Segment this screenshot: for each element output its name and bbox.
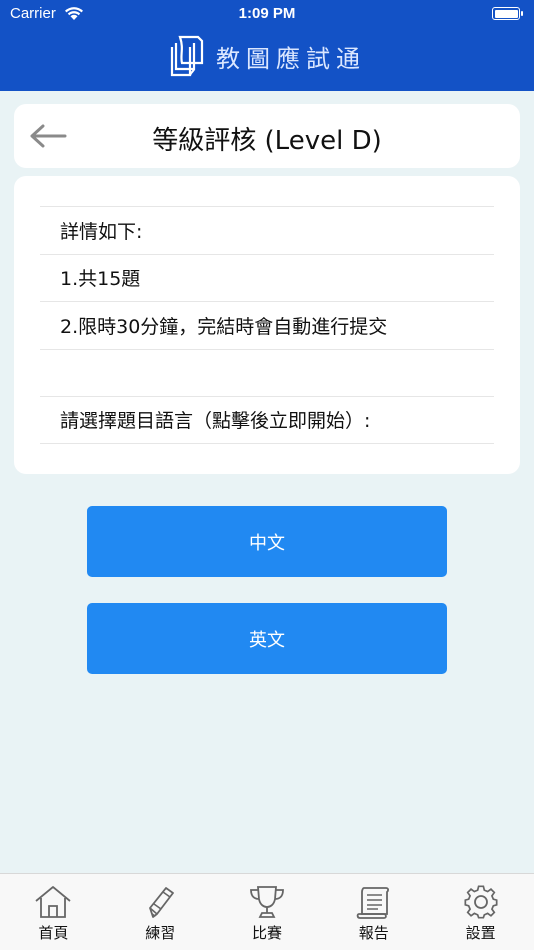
tab-practice[interactable]: 練習: [107, 874, 214, 950]
status-bar: Carrier 1:09 PM: [0, 0, 534, 28]
status-time: 1:09 PM: [238, 5, 296, 22]
trophy-icon: [250, 886, 284, 918]
details-row: 1.共15題: [40, 253, 494, 302]
chinese-language-button[interactable]: 中文: [87, 506, 447, 577]
tab-label: 練習: [145, 924, 176, 942]
tab-label: 比賽: [251, 924, 282, 942]
tab-label: 報告: [358, 924, 389, 942]
english-language-button[interactable]: 英文: [87, 603, 447, 674]
tab-bar: 首頁 練習 比賽 報告 設置: [0, 873, 534, 950]
tab-label: 設置: [465, 924, 496, 942]
app-header: Carrier 1:09 PM 教圖應試通: [0, 0, 534, 91]
pencil-icon: [149, 887, 175, 918]
page-title: 等級評核 (Level D): [152, 126, 382, 156]
scroll-icon: [356, 887, 389, 919]
brand: 教圖應試通: [0, 32, 534, 80]
gear-icon: [464, 885, 498, 919]
battery-icon: [492, 7, 523, 20]
details-row: 詳情如下:: [40, 206, 494, 254]
title-card: 等級評核 (Level D): [14, 104, 520, 168]
tab-report[interactable]: 報告: [320, 874, 427, 950]
details-card: 詳情如下: 1.共15題 2.限時30分鐘，完結時會自動進行提交 請選擇題目語言…: [14, 176, 520, 474]
book-logo-icon: [170, 35, 204, 77]
details-row: 請選擇題目語言（點擊後立即開始）:: [40, 396, 494, 444]
details-row: [40, 348, 494, 397]
details-row: 2.限時30分鐘，完結時會自動進行提交: [40, 301, 494, 349]
tab-home[interactable]: 首頁: [0, 874, 107, 950]
tab-settings[interactable]: 設置: [427, 874, 534, 950]
tab-competition[interactable]: 比賽: [214, 874, 321, 950]
tab-label: 首頁: [38, 924, 69, 942]
app-title: 教圖應試通: [216, 44, 366, 73]
details-list: 詳情如下: 1.共15題 2.限時30分鐘，完結時會自動進行提交 請選擇題目語言…: [40, 206, 494, 444]
home-icon: [35, 886, 71, 918]
